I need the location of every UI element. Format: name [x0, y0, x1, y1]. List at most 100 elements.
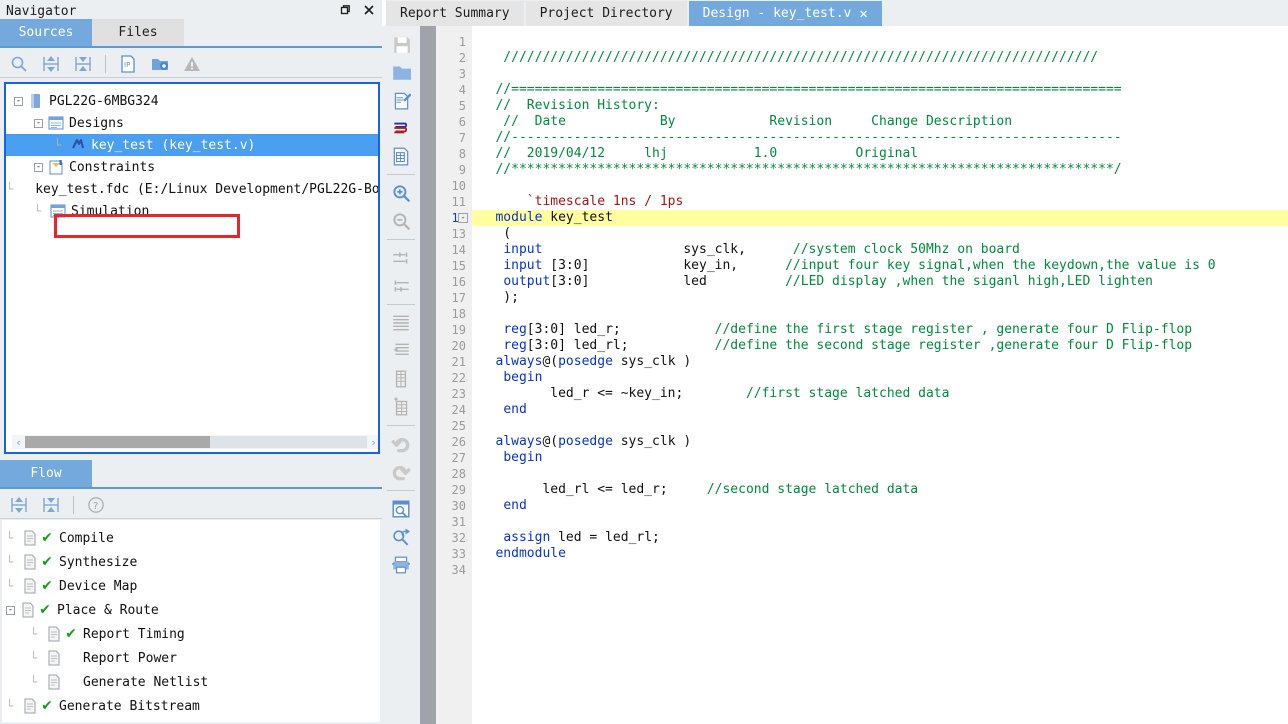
code-line[interactable]: begin	[472, 450, 1288, 466]
sources-tree[interactable]: - PGL22G-6MBG324- Designs └ key_test (key_te…	[4, 82, 380, 454]
code-line[interactable]: always@(posedge sys_clk )	[472, 434, 1288, 450]
code-line[interactable]	[472, 34, 1288, 50]
tree-guide: └	[6, 531, 14, 545]
tab-project-directory[interactable]: Project Directory	[525, 1, 687, 26]
add-file-icon[interactable]	[145, 51, 175, 77]
tree-expander[interactable]: -	[34, 118, 43, 128]
code-line[interactable]	[472, 178, 1288, 194]
find-in-file-icon[interactable]	[385, 495, 417, 523]
scrollbar-thumb[interactable]	[25, 436, 210, 448]
tab-sources[interactable]: Sources	[0, 19, 92, 46]
collapse-all-icon[interactable]	[36, 492, 66, 518]
tree-expander[interactable]: -	[6, 605, 15, 615]
doc-icon	[45, 626, 63, 642]
doc-icon	[21, 530, 39, 546]
tree-item[interactable]: └ key_test.fdc (E:/Linux Development/PGL2…	[6, 178, 378, 200]
code-token: @(	[542, 434, 559, 449]
code-line[interactable]	[472, 562, 1288, 578]
insert-table-icon[interactable]	[385, 142, 417, 170]
code-line[interactable]: reg[3:0] led_rl; //define the second sta…	[472, 338, 1288, 354]
tree-expander[interactable]: -	[14, 96, 23, 106]
code-line[interactable]: //--------------------------------------…	[472, 130, 1288, 146]
code-line[interactable]: end	[472, 402, 1288, 418]
code-line[interactable]: led_rl <= led_r; //second stage latched …	[472, 482, 1288, 498]
flow-item[interactable]: └ ✔ Generate Bitstream	[2, 694, 380, 718]
navigator-tabs: Sources Files	[0, 19, 382, 48]
tree-item[interactable]: - PGL22G-6MBG324	[6, 90, 378, 112]
code-line[interactable]: endmodule	[472, 546, 1288, 562]
code-line[interactable]: // 2019/04/12 lhj 1.0 Original	[472, 146, 1288, 162]
vertical-splitter[interactable]	[420, 26, 436, 724]
code-line[interactable]: ////////////////////////////////////////…	[472, 50, 1288, 66]
tab-design-key-test[interactable]: Design - key_test.v ✕	[688, 1, 882, 26]
scroll-right-icon[interactable]: ›	[367, 435, 378, 449]
collapse-all-icon[interactable]	[68, 51, 98, 77]
warning-icon[interactable]	[177, 51, 207, 77]
flow-item[interactable]: - ✔ Place & Route	[2, 598, 380, 622]
code-line[interactable]	[472, 514, 1288, 530]
code-line[interactable]: assign led = led_rl;	[472, 530, 1288, 546]
code-line[interactable]: // Date By Revision Change Description	[472, 114, 1288, 130]
tree-item[interactable]: └ Simulation	[6, 200, 378, 222]
tab-files[interactable]: Files	[92, 19, 184, 46]
code-line[interactable]: input sys_clk, //system clock 50Mhz on b…	[472, 242, 1288, 258]
flow-item[interactable]: └ ✔ Report Timing	[2, 622, 380, 646]
edit-file-icon[interactable]	[385, 86, 417, 114]
code-editor[interactable]: 1234567891011121314151617181920212223242…	[436, 26, 1288, 724]
search-icon[interactable]	[4, 51, 34, 77]
code-line[interactable]: - module key_test	[458, 210, 1288, 226]
restore-icon[interactable]	[338, 2, 352, 18]
flow-item-label: Synthesize	[59, 554, 138, 570]
scrollbar-track[interactable]	[25, 436, 367, 448]
code-line[interactable]: always@(posedge sys_clk )	[472, 354, 1288, 370]
tree-expander[interactable]: -	[34, 162, 43, 172]
flow-item[interactable]: └ Report Power	[2, 646, 380, 670]
close-icon[interactable]: ✕	[859, 6, 867, 22]
code-line[interactable]: end	[472, 498, 1288, 514]
flow-item[interactable]: └ ✔ Device Map	[2, 574, 380, 598]
code-line[interactable]	[472, 306, 1288, 322]
find-replace-icon[interactable]	[385, 523, 417, 551]
ip-icon[interactable]: IP	[113, 51, 143, 77]
code-line[interactable]: //**************************************…	[472, 162, 1288, 178]
scroll-left-icon[interactable]: ‹	[12, 435, 25, 449]
code-line[interactable]	[472, 466, 1288, 482]
tab-report-summary[interactable]: Report Summary	[386, 1, 524, 26]
zoom-in-icon[interactable]	[385, 179, 417, 207]
help-icon[interactable]: ?	[81, 492, 111, 518]
flow-tree[interactable]: └ ✔ Compile └ ✔ Synthesize └ ✔ Device Map - ✔ Place…	[2, 520, 380, 722]
code-line[interactable]: begin	[472, 370, 1288, 386]
close-icon[interactable]	[362, 2, 376, 18]
flow-item[interactable]: └ ✔ Compile	[2, 526, 380, 550]
tree-item[interactable]: - Designs	[6, 112, 378, 134]
code-token: // 2019/04/12 lhj 1.0 Original	[472, 146, 919, 161]
flow-item[interactable]: └ Generate Netlist	[2, 670, 380, 694]
flow-item[interactable]: └ ✔ Synthesize	[2, 550, 380, 574]
line-number: 8	[458, 147, 466, 161]
code-line[interactable]: `timescale 1ns / 1ps	[472, 194, 1288, 210]
code-line[interactable]	[472, 66, 1288, 82]
code-line[interactable]: (	[472, 226, 1288, 242]
code-line[interactable]: );	[472, 290, 1288, 306]
sources-horizontal-scrollbar[interactable]: ‹ ›	[12, 435, 378, 449]
code-line[interactable]: //======================================…	[472, 82, 1288, 98]
undo-icon	[385, 430, 417, 458]
bookmarks-icon[interactable]	[385, 114, 417, 142]
expand-all-icon[interactable]	[4, 492, 34, 518]
code-line[interactable]: // Revision History:	[472, 98, 1288, 114]
tab-flow[interactable]: Flow	[0, 460, 92, 487]
code-line[interactable]: input [3:0] key_in, //input four key sig…	[472, 258, 1288, 274]
code-line[interactable]: led_r <= ~key_in; //first stage latched …	[472, 386, 1288, 402]
code-line[interactable]: reg[3:0] led_r; //define the first stage…	[472, 322, 1288, 338]
code-content[interactable]: ////////////////////////////////////////…	[458, 26, 1288, 724]
code-token: input	[503, 258, 543, 273]
code-line[interactable]: output[3:0] led //LED display ,when the …	[472, 274, 1288, 290]
fold-toggle-icon[interactable]: -	[458, 213, 468, 223]
toolbar-separator	[387, 425, 415, 426]
expand-all-icon[interactable]	[36, 51, 66, 77]
print-icon[interactable]	[385, 551, 417, 579]
open-folder-icon[interactable]	[385, 58, 417, 86]
tree-item-selected[interactable]: └ key_test (key_test.v)	[6, 134, 378, 156]
code-line[interactable]	[472, 418, 1288, 434]
tree-item[interactable]: - Constraints	[6, 156, 378, 178]
